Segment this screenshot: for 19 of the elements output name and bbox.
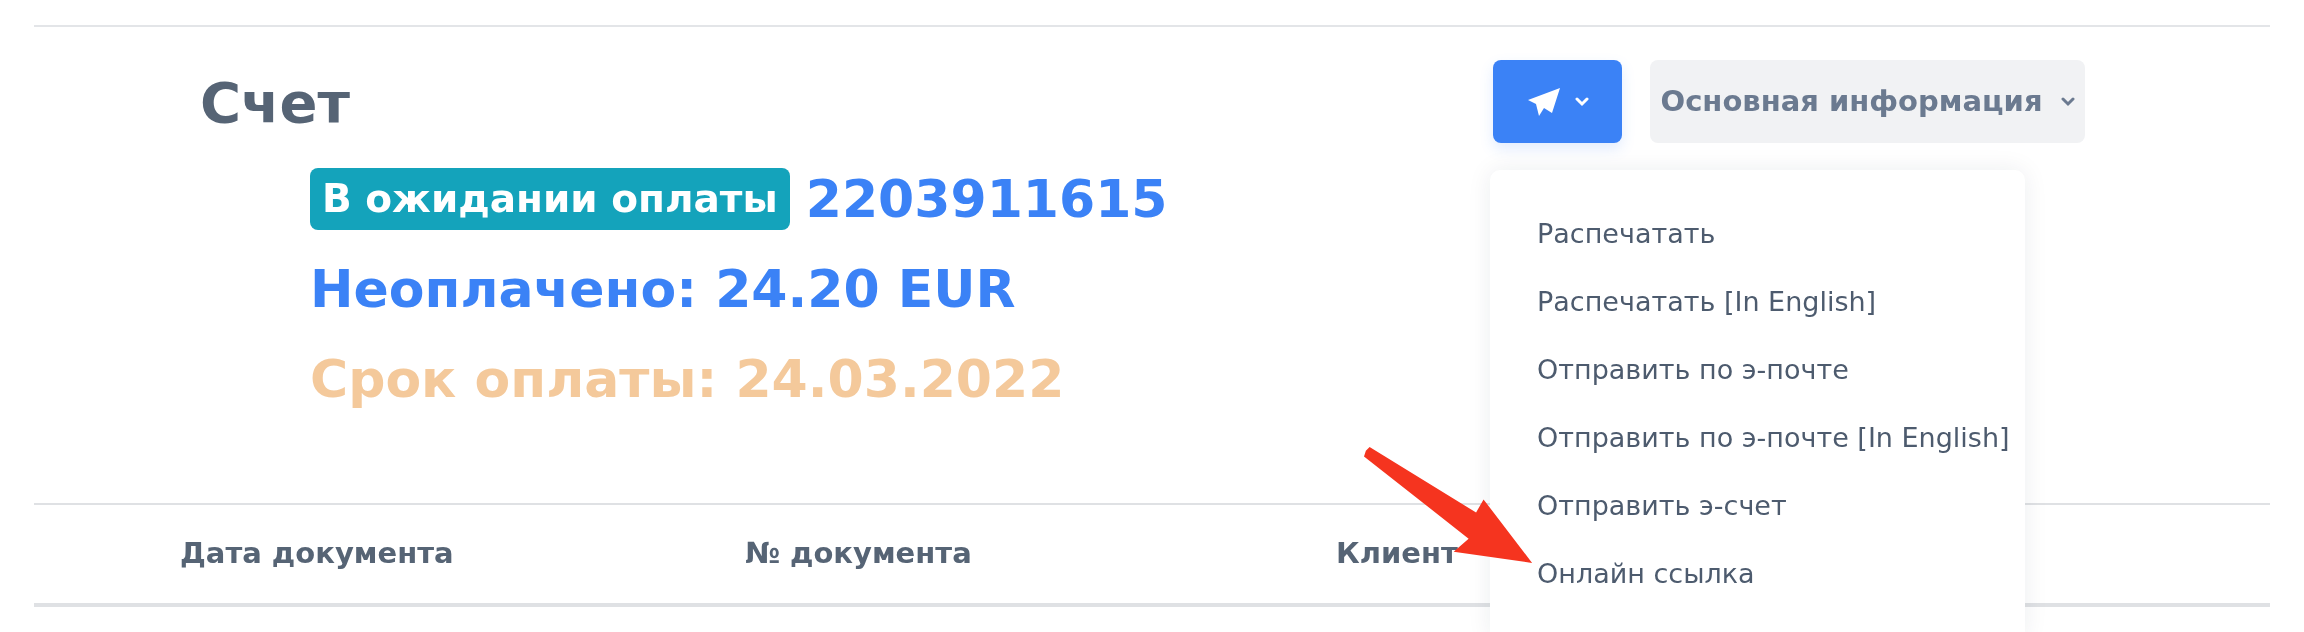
column-header: № документа [745,535,973,573]
menu-item[interactable]: Отправить по э-почте [1537,350,1849,390]
menu-item[interactable]: Отправить по э-почте [In English] [1537,418,2010,458]
due-date: Срок оплаты: 24.03.2022 [310,348,1065,412]
paper-plane-icon [1526,86,1561,117]
menu-item[interactable]: Отправить э-счет [1537,486,1787,526]
page-title: Счет [199,69,351,137]
menu-item[interactable]: Онлайн ссылка [1537,554,1755,594]
send-button[interactable] [1493,60,1622,143]
status-badge: В ожидании оплаты [310,168,790,231]
unpaid-amount: Неоплачено: 24.20 EUR [310,258,1016,322]
column-header: Клиент [1336,535,1458,573]
menu-item[interactable]: Распечатать [In English] [1537,282,1877,322]
chevron-down-icon [2060,96,2075,107]
invoice-number: 2203911615 [805,168,1168,232]
column-header: Дата документа [180,535,455,573]
menu-item[interactable]: Распечатать [1537,214,1716,254]
info-dropdown-button[interactable]: Основная информация [1650,60,2085,143]
chevron-down-icon [1574,96,1589,107]
